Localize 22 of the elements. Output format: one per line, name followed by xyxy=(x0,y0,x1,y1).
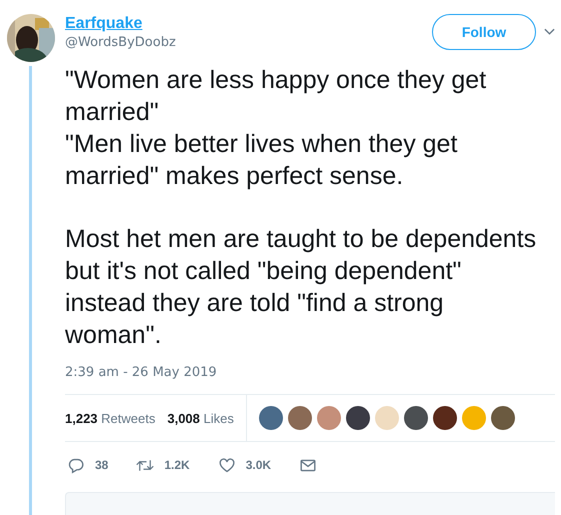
liker-avatar[interactable] xyxy=(490,406,515,430)
liker-avatar[interactable] xyxy=(346,406,370,430)
liker-avatar[interactable] xyxy=(432,406,457,430)
message-button[interactable] xyxy=(299,456,318,474)
liker-avatar[interactable] xyxy=(404,406,428,430)
reply-button[interactable]: 38 xyxy=(67,456,108,474)
stat-link[interactable]: 1,223 Retweets xyxy=(65,410,156,426)
heart-icon xyxy=(218,456,236,474)
tweet-text: "Women are less happy once they get married" xyxy=(65,65,488,128)
tweet-text: "Men live better lives when they get married" makes perfect sense. xyxy=(65,129,458,192)
timestamp: 2:39 am - 26 May 2019 xyxy=(65,365,555,395)
author-handle: @WordsByDoobz xyxy=(65,34,177,50)
retweet-button[interactable]: 1.2K xyxy=(136,456,190,474)
like-button[interactable]: 3.0K xyxy=(218,456,272,474)
follow-button[interactable]: Follow xyxy=(432,14,536,50)
author-name[interactable]: Earfquake xyxy=(65,14,432,32)
speech-bubble-icon xyxy=(67,456,85,474)
stat-link[interactable]: 3,008 Likes xyxy=(167,410,234,426)
caret-icon[interactable] xyxy=(544,28,555,36)
liker-avatar[interactable] xyxy=(258,406,283,430)
envelope-icon xyxy=(299,456,318,474)
tweet-text: Most het men are taught to be dependents but it's not called "being dependent" instead they are told "find a strong woman". xyxy=(65,224,538,351)
